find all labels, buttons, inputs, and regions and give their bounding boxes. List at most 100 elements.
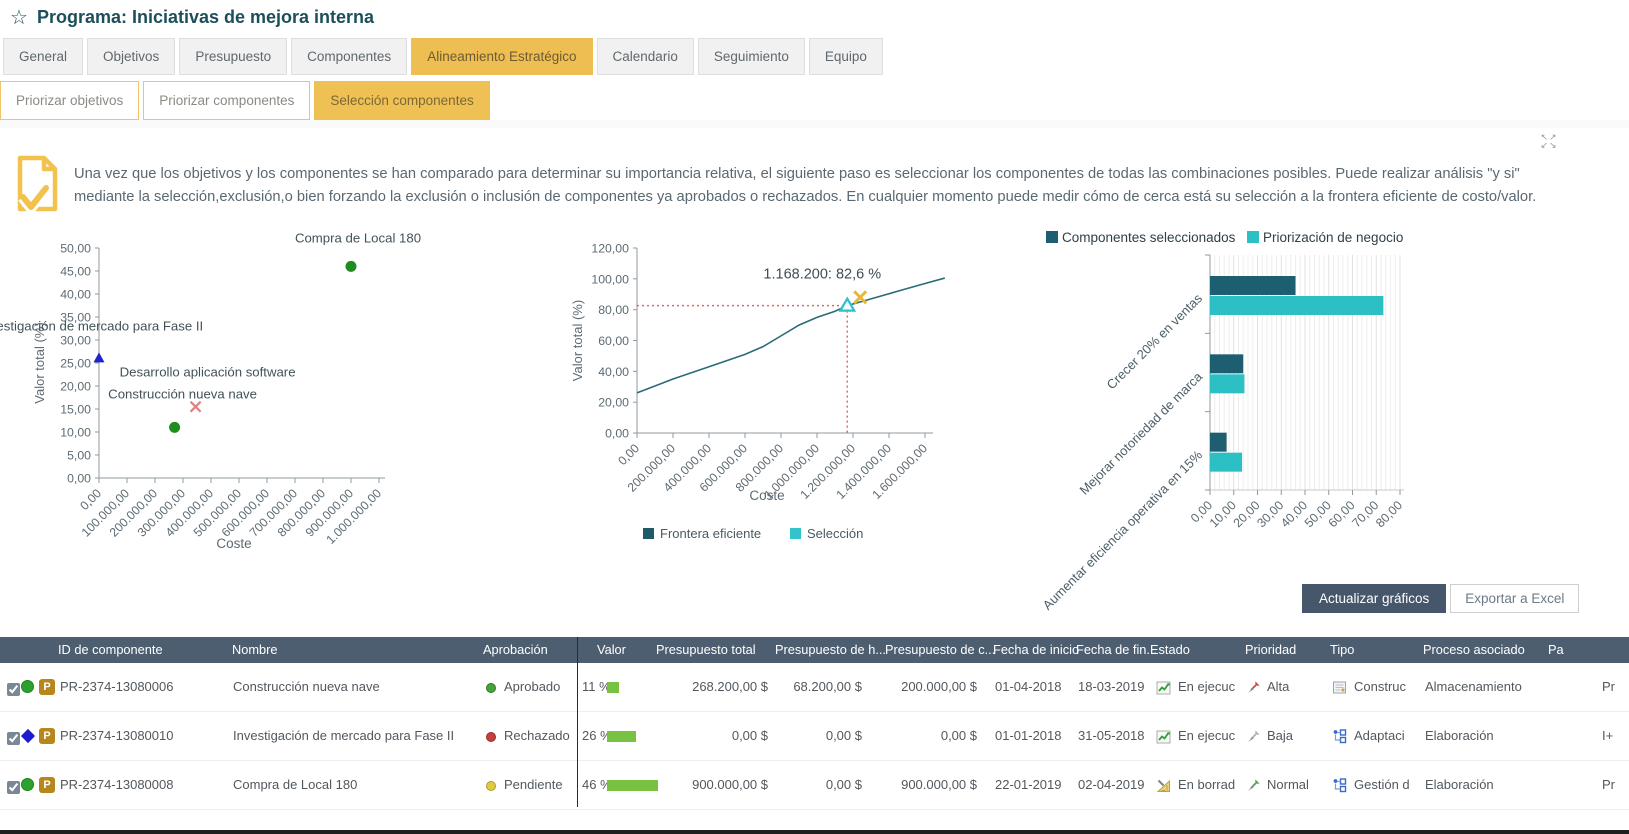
legend-label[interactable]: Priorización de negocio	[1263, 230, 1403, 245]
cell-budget-costs: 900.000,00 $	[901, 777, 977, 792]
scatter-point[interactable]	[345, 260, 357, 272]
column-header[interactable]: Nombre	[232, 637, 278, 663]
column-header[interactable]: ID de componente	[58, 637, 163, 663]
bar-priorization[interactable]	[1210, 296, 1384, 315]
tab-general[interactable]: General	[3, 38, 84, 75]
row-select-checkbox[interactable]	[7, 781, 20, 794]
bar-selected[interactable]	[1210, 276, 1296, 295]
svg-text:10,00: 10,00	[60, 426, 91, 440]
legend-label[interactable]: Frontera eficiente	[660, 526, 761, 541]
cell-end-date: 02-04-2019	[1078, 777, 1145, 792]
column-header[interactable]: Presupuesto total	[656, 637, 756, 663]
svg-text:80,00: 80,00	[598, 303, 629, 317]
tab-seguimiento[interactable]: Seguimiento	[697, 38, 805, 75]
cell-process: Almacenamiento	[1425, 679, 1522, 694]
column-header[interactable]: Presupuesto de h...	[775, 637, 886, 663]
row-select-checkbox[interactable]	[7, 683, 20, 696]
column-header[interactable]: Aprobación	[483, 637, 548, 663]
cell-priority: Alta	[1246, 663, 1289, 711]
scatter-point-label: Compra de Local 180	[295, 230, 421, 245]
svg-text:40,00: 40,00	[60, 288, 91, 302]
cell-name: Construcción nueva nave	[233, 679, 380, 694]
column-header[interactable]: Fecha de fin...	[1076, 637, 1157, 663]
table-row[interactable]: P PR-2374-13080008 Compra de Local 180 Pend…	[0, 761, 1629, 810]
legend-label[interactable]: Componentes seleccionados	[1062, 230, 1236, 245]
svg-text:5,00: 5,00	[67, 449, 91, 463]
health-diamond-icon	[20, 728, 36, 744]
column-header[interactable]: Estado	[1150, 637, 1190, 663]
scatter-point-label: Desarrollo aplicación software	[120, 365, 296, 380]
column-header[interactable]: Valor	[597, 637, 626, 663]
column-header[interactable]: Prioridad	[1245, 637, 1296, 663]
tab-objetivos[interactable]: Objetivos	[87, 38, 176, 75]
cell-component-id: PR-2374-13080006	[60, 679, 174, 694]
column-header[interactable]: Presupuesto de c...	[885, 637, 995, 663]
column-header[interactable]: Fecha de inicio	[993, 637, 1079, 663]
objectives-bar-chart: Componentes seleccionados Priorización de…	[1040, 230, 1405, 613]
tab-presupuesto[interactable]: Presupuesto	[179, 38, 288, 75]
legend-swatch	[643, 528, 654, 539]
approval-dot-icon	[486, 731, 496, 742]
subtab-priorizar-objetivos[interactable]: Priorizar objetivos	[0, 81, 140, 120]
main-tabs: General Objetivos Presupuesto Componente…	[3, 38, 883, 75]
subtab-priorizar-componentes[interactable]: Priorizar componentes	[143, 81, 311, 120]
bar-selected[interactable]	[1210, 432, 1227, 452]
arrow-down-left-icon: ↙	[1540, 140, 1549, 150]
tab-equipo[interactable]: Equipo	[808, 38, 883, 75]
frozen-column-divider[interactable]	[577, 637, 578, 807]
title-bar: ☆ Programa: Iniciativas de mejora intern…	[10, 7, 374, 28]
cell-start-date: 01-04-2018	[995, 679, 1062, 694]
tab-componentes[interactable]: Componentes	[291, 38, 408, 75]
value-bar	[607, 731, 636, 742]
column-header[interactable]: Proceso asociado	[1423, 637, 1525, 663]
scatter-point[interactable]	[93, 352, 105, 363]
chart-actions: Actualizar gráficos Exportar a Excel	[1302, 584, 1580, 613]
legend-label[interactable]: Selección	[807, 526, 863, 541]
expand-icon[interactable]: ↖↗ ↙↘	[1540, 133, 1558, 150]
cell-end-date: 31-05-2018	[1078, 728, 1145, 743]
scatter-point[interactable]	[169, 421, 181, 433]
cell-pa: I+	[1602, 728, 1614, 743]
bar-priorization[interactable]	[1210, 452, 1243, 472]
column-header[interactable]: Tipo	[1330, 637, 1354, 663]
subtab-seleccion-componentes[interactable]: Selección componentes	[314, 81, 490, 120]
tab-alineamiento-estrategico[interactable]: Alineamiento Estratégico	[411, 38, 593, 75]
bar-priorization[interactable]	[1210, 374, 1245, 394]
cell-budget-costs: 0,00 $	[940, 728, 977, 743]
cell-approval: Aprobado	[486, 663, 572, 711]
cell-status: En ejecuc	[1156, 712, 1235, 760]
bar-selected[interactable]	[1210, 354, 1244, 374]
tab-calendario[interactable]: Calendario	[596, 38, 694, 75]
svg-text:100,00: 100,00	[591, 272, 629, 286]
cell-budget-hours: 68.200,00 $	[793, 679, 862, 694]
svg-text:20,00: 20,00	[60, 380, 91, 394]
frontier-line	[636, 277, 946, 394]
table-body: P PR-2374-13080006 Construcción nueva nave…	[0, 663, 1629, 810]
cell-process: Elaboración	[1425, 777, 1494, 792]
horizontal-scrollbar[interactable]	[0, 830, 1629, 834]
scatter-point-label: Investigación de mercado para Fase II	[0, 318, 203, 333]
svg-text:60,00: 60,00	[1326, 498, 1358, 530]
arrow-down-right-icon: ↘	[1549, 140, 1558, 150]
cell-type: Construc	[1332, 663, 1406, 711]
efficient-frontier-chart: 0,00 20,00 40,00 60,00 80,00 100,00 120,00 0,00…	[570, 242, 946, 541]
favorite-star-icon[interactable]: ☆	[10, 8, 28, 28]
cell-status: En ejecuc	[1156, 663, 1235, 711]
sub-tabs: Priorizar objetivos Priorizar componente…	[0, 81, 490, 120]
table-row[interactable]: P PR-2374-13080006 Construcción nueva nave…	[0, 663, 1629, 712]
cell-budget-total: 900.000,00 $	[692, 777, 768, 792]
cell-priority: Normal	[1246, 761, 1309, 809]
table-row[interactable]: P PR-2374-13080010 Investigación de mercad…	[0, 712, 1629, 761]
scatter-point[interactable]	[189, 400, 202, 413]
svg-text:40,00: 40,00	[1278, 498, 1310, 530]
scatter-x-axis-label: Coste	[216, 536, 251, 551]
content-divider	[0, 120, 1629, 128]
cell-priority: Baja	[1246, 712, 1293, 760]
row-select-checkbox[interactable]	[7, 732, 20, 745]
update-charts-button[interactable]: Actualizar gráficos	[1302, 584, 1447, 613]
column-header[interactable]: Pa	[1548, 637, 1564, 663]
export-excel-button[interactable]: Exportar a Excel	[1450, 584, 1580, 613]
svg-text:20,00: 20,00	[598, 396, 629, 410]
cell-type: Adaptaci	[1332, 712, 1405, 760]
cell-budget-total: 0,00 $	[731, 728, 768, 743]
